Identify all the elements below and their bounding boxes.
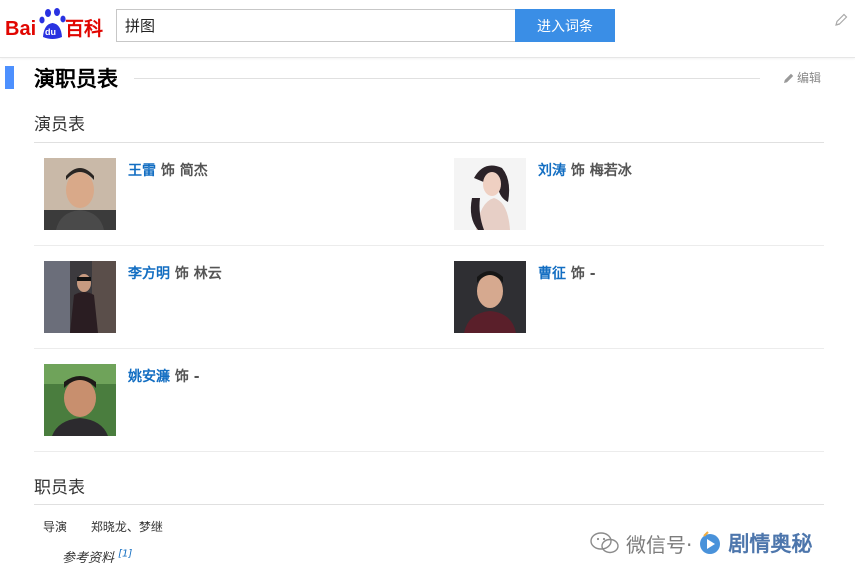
actor-photo[interactable] [44, 364, 116, 436]
section-title: 演职员表 [34, 67, 118, 91]
section-accent-bar [5, 66, 14, 89]
role-prefix: 饰 [570, 266, 585, 282]
role-prefix: 饰 [174, 266, 189, 282]
enter-entry-button[interactable]: 进入词条 [515, 9, 615, 42]
cast-subtitle-divider [34, 142, 824, 143]
actor-name-link[interactable]: 姚安濂 [128, 369, 170, 385]
role-name: - [589, 266, 596, 282]
search-input[interactable] [116, 9, 516, 42]
actor-name-link[interactable]: 曹征 [538, 266, 566, 282]
reference-note: 参考资料 [1] [62, 547, 132, 566]
staff-subtitle: 职员表 [34, 478, 85, 498]
cast-credit: 刘涛 饰 梅若冰 [538, 160, 632, 180]
title-divider [134, 78, 760, 79]
staff-value: 郑晓龙、梦继 [90, 520, 163, 534]
top-header: Bai du 百科 进入词条 [0, 0, 855, 58]
actor-photo[interactable] [454, 158, 526, 230]
watermark-brand: 剧情奥秘 [728, 532, 813, 556]
svg-text:du: du [45, 27, 56, 37]
actor-name-link[interactable]: 李方明 [128, 266, 170, 282]
wechat-watermark: 微信号· 剧情奥秘 [590, 528, 812, 558]
actor-photo[interactable] [454, 261, 526, 333]
svg-text:百科: 百科 [65, 17, 103, 40]
watermark-text: 微信号· [626, 532, 693, 557]
role-name: - [193, 369, 200, 385]
cast-item: 刘涛 饰 梅若冰 [454, 158, 834, 238]
edit-label: 编辑 [797, 71, 822, 85]
role-name: 梅若冰 [589, 163, 632, 179]
actor-photo[interactable] [44, 158, 116, 230]
baidu-baike-logo-graphic: Bai du 百科 [5, 8, 103, 40]
reference-label: 参考资料 [62, 551, 115, 566]
row-divider [34, 348, 824, 349]
row-divider [34, 451, 824, 452]
staff-row: 导演 郑晓龙、梦继 [43, 518, 163, 535]
role-prefix: 饰 [160, 163, 175, 179]
svg-text:Bai: Bai [5, 18, 36, 40]
cast-item: 李方明 饰 林云 [44, 261, 424, 341]
cast-credit: 姚安濂 饰 - [128, 366, 200, 386]
staff-subtitle-divider [34, 504, 824, 505]
role-name: 简杰 [179, 163, 208, 179]
edit-pencil-icon [784, 73, 794, 83]
cast-credit: 曹征 饰 - [538, 263, 596, 283]
cast-item: 曹征 饰 - [454, 261, 834, 341]
actor-name-link[interactable]: 王雷 [128, 163, 156, 179]
pencil-icon[interactable] [833, 12, 849, 28]
staff-label: 导演 [43, 520, 68, 534]
role-prefix: 饰 [174, 369, 189, 385]
play-logo-icon [700, 531, 721, 554]
actor-name-link[interactable]: 刘涛 [538, 163, 566, 179]
cast-item: 姚安濂 饰 - [44, 364, 424, 444]
cast-item: 王雷 饰 简杰 [44, 158, 424, 238]
cast-subtitle: 演员表 [34, 115, 85, 135]
cast-credit: 李方明 饰 林云 [128, 263, 222, 283]
edit-link[interactable]: 编辑 [783, 69, 821, 86]
actor-photo[interactable] [44, 261, 116, 333]
role-prefix: 饰 [570, 163, 585, 179]
wechat-icon [590, 532, 619, 554]
row-divider [34, 245, 824, 246]
cast-credit: 王雷 饰 简杰 [128, 160, 208, 180]
baidu-baike-logo[interactable]: Bai du 百科 [4, 4, 108, 44]
reference-link[interactable]: [1] [118, 549, 132, 560]
role-name: 林云 [193, 266, 222, 282]
